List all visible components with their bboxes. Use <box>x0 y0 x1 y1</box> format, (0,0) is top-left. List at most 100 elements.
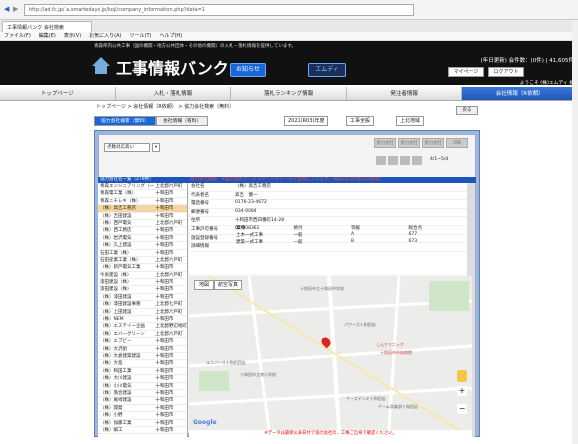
news-button[interactable]: お知らせ <box>230 63 266 77</box>
main-nav: トップページ 入札・落札情報 落札ランキング情報 発注者情報 会社情報（R依頼） <box>0 87 578 101</box>
back-arrow-icon[interactable]: ◀ <box>4 5 9 13</box>
print-button[interactable]: 印刷 <box>446 138 468 148</box>
list-item-area: 十和田市 <box>155 206 174 212</box>
welcome-text: ようこそ (株)エムディ 様 <box>519 81 574 86</box>
list-item[interactable]: （株）小野 十和田市 <box>98 412 187 420</box>
pagination <box>376 156 470 165</box>
list-item[interactable]: （株）和田工業 十和田市 <box>98 368 187 376</box>
street-view-icon[interactable] <box>457 370 467 382</box>
list-item[interactable]: （株）落合建設 十和田市 <box>98 390 187 398</box>
list-item[interactable]: 青森エンジニアリング（一 上北郡六戸町 <box>98 183 187 191</box>
detail-key: 会社名 <box>191 184 205 189</box>
menu-edit[interactable]: 編集(E) <box>39 33 56 39</box>
list-item[interactable]: 漆田建設（株） 十和田市 <box>98 279 187 287</box>
nav-bids[interactable]: 入札・落札情報 <box>116 87 232 100</box>
menu-help[interactable]: ヘルプ(H) <box>159 33 182 39</box>
site-logo[interactable]: 工事情報バンク <box>116 55 229 79</box>
zoom-in-button[interactable]: + <box>457 386 467 396</box>
list-item[interactable]: （株）岩沢電気 十和田市 <box>98 235 187 243</box>
list-item[interactable]: （株）吉田建設 十和田市 <box>98 213 187 220</box>
tab-company-info[interactable]: 会社情報（有料） <box>155 116 209 126</box>
map-tab-map[interactable]: 地図 <box>194 280 214 290</box>
works-cell: 土木一式工事 <box>236 233 263 238</box>
list-item-area: 上北郡六戸町 <box>155 184 183 189</box>
year-select[interactable]: 2021(R03)年度 <box>284 116 329 126</box>
list-item[interactable]: （株）大沢組 十和田市 <box>98 346 187 353</box>
list-item[interactable]: （株）エバーグリーン 上北郡六戸町 <box>98 331 187 339</box>
map-footer-note: ※データは最新公表日付で協力会社の、工事ご自身で確認ください。 <box>189 430 472 437</box>
list-item[interactable]: 石田工業（株） 十和田市 <box>98 250 187 257</box>
list-item[interactable]: （株）漆田建設 十和田市 <box>98 294 187 302</box>
menu-favorites[interactable]: お気に入り(A) <box>89 33 121 39</box>
list-item[interactable]: 今泉建設（株） 上北郡六戸町 <box>98 272 187 280</box>
nav-orderer[interactable]: 発注者情報 <box>347 87 463 100</box>
forward-arrow-icon[interactable]: ▶ <box>13 5 18 13</box>
export-button-3[interactable]: 協力会社 <box>422 138 444 148</box>
list-item[interactable]: 漆田建設（株） 十和田市 <box>98 286 187 294</box>
region-select[interactable]: 上北地域 <box>396 116 425 126</box>
logout-button[interactable]: ログアウト <box>488 67 524 77</box>
last-page-icon[interactable] <box>412 156 422 165</box>
next-page-icon[interactable] <box>400 156 410 165</box>
nav-top[interactable]: トップページ <box>0 87 116 100</box>
nav-company[interactable]: 会社情報（R依頼） <box>462 87 578 100</box>
list-item[interactable]: 青森ニチレキ（株） 十和田市 <box>98 198 187 206</box>
back-button[interactable]: 戻る <box>456 106 478 115</box>
browser-scrollbar[interactable] <box>572 20 578 444</box>
list-item[interactable]: （株）高吉工務店 十和田市 <box>98 205 187 213</box>
sort-select[interactable]: 点数対応高い <box>104 143 150 152</box>
list-item-area: 十和田市 <box>155 390 174 396</box>
works-header-cell: 業種 <box>236 226 245 231</box>
list-item-area: 上北郡六戸町 <box>155 309 183 315</box>
list-item[interactable]: （株）開発 十和田市 <box>98 405 187 413</box>
mypage-button[interactable]: マイページ <box>448 67 484 77</box>
export-button-2[interactable]: 協力会社 <box>398 138 420 148</box>
sort-dropdown-icon[interactable]: ▾ <box>152 143 160 152</box>
list-item[interactable]: （株）上田建設 上北郡六戸町 <box>98 309 187 317</box>
list-item[interactable]: （株）尾崎建設 十和田市 <box>98 397 187 405</box>
list-item[interactable]: 青森電工業（株） 十和田市 <box>98 190 187 198</box>
list-item[interactable]: （株）エステイ一企画 上北郡野辺地町 <box>98 323 187 331</box>
detail-key: 住所 <box>191 218 200 224</box>
category-select[interactable]: 工事全般 <box>346 116 375 126</box>
list-item[interactable]: （株）漆田建設事務 上北郡七戸町 <box>98 301 187 309</box>
company-map[interactable] <box>189 276 472 430</box>
edy-button[interactable]: エムディ <box>308 63 346 77</box>
list-item[interactable]: （株）久上建設 十和田市 <box>98 242 187 250</box>
works-cell: 673 <box>408 239 418 244</box>
address-bar[interactable]: http://ad.fc.jp/ a.smartedays.jp/koji/co… <box>24 4 414 16</box>
map-tab-satellite[interactable]: 航空写真 <box>214 280 242 290</box>
first-page-icon[interactable] <box>376 156 386 165</box>
list-item-area: 十和田市 <box>155 191 174 197</box>
prev-page-icon[interactable] <box>388 156 398 165</box>
browser-tab[interactable]: 工事情報バンク 会社検索 <box>2 21 92 32</box>
list-item[interactable]: 石田産業工業（株） 上北郡六戸町 <box>98 257 187 265</box>
list-item[interactable]: （株）小川電気 十和田市 <box>98 383 187 390</box>
house-logo-icon <box>92 57 110 74</box>
list-item[interactable]: （株）西工務店 十和田市 <box>98 227 187 235</box>
nav-ranking[interactable]: 落札ランキング情報 <box>231 87 347 100</box>
list-item[interactable]: （株）加藤工業 十和田市 <box>98 420 187 427</box>
menu-view[interactable]: 表示(V) <box>64 33 81 39</box>
menu-tools[interactable]: ツール(T) <box>130 33 152 39</box>
list-item[interactable]: （株）西戸電気 上北郡六戸町 <box>98 220 187 228</box>
list-item[interactable]: （株）蛸工 十和田市 <box>98 427 187 435</box>
list-item-area: 十和田市 <box>155 339 174 345</box>
list-item[interactable]: （株）エブビー 十和田市 <box>98 338 187 346</box>
list-item[interactable]: （株）新戸電気工業 十和田市 <box>98 264 187 272</box>
list-item-name: （株）落合建設 <box>100 390 132 396</box>
company-list: 青森エンジニアリング（一 上北郡六戸町 青森電工業（株） 十和田市 青森ニチレキ（株）十… <box>98 183 188 437</box>
menu-file[interactable]: ファイル(F) <box>4 33 31 39</box>
works-cell: B <box>351 239 355 244</box>
list-item[interactable]: （株）大倉建築建設 十和田市 <box>98 353 187 361</box>
list-item[interactable]: （株）大川建設 十和田市 <box>98 375 187 383</box>
export-button-1[interactable]: 協力会社 <box>374 138 396 148</box>
works-row: 建築一式工事 一般 B 673 <box>236 239 466 246</box>
tab-partner-search[interactable]: 協力会社検索（無料） <box>94 116 156 126</box>
list-item[interactable]: （株）大島 十和田市 <box>98 360 187 368</box>
zoom-out-button[interactable]: − <box>457 404 467 414</box>
list-item[interactable]: （株）NEM 十和田市 <box>98 316 187 324</box>
detail-key: 電話番号 <box>191 201 209 207</box>
map-label-game: ゲーム倶楽部十和田店 <box>378 404 418 409</box>
list-item-name: （株）蛸工 <box>100 427 123 433</box>
